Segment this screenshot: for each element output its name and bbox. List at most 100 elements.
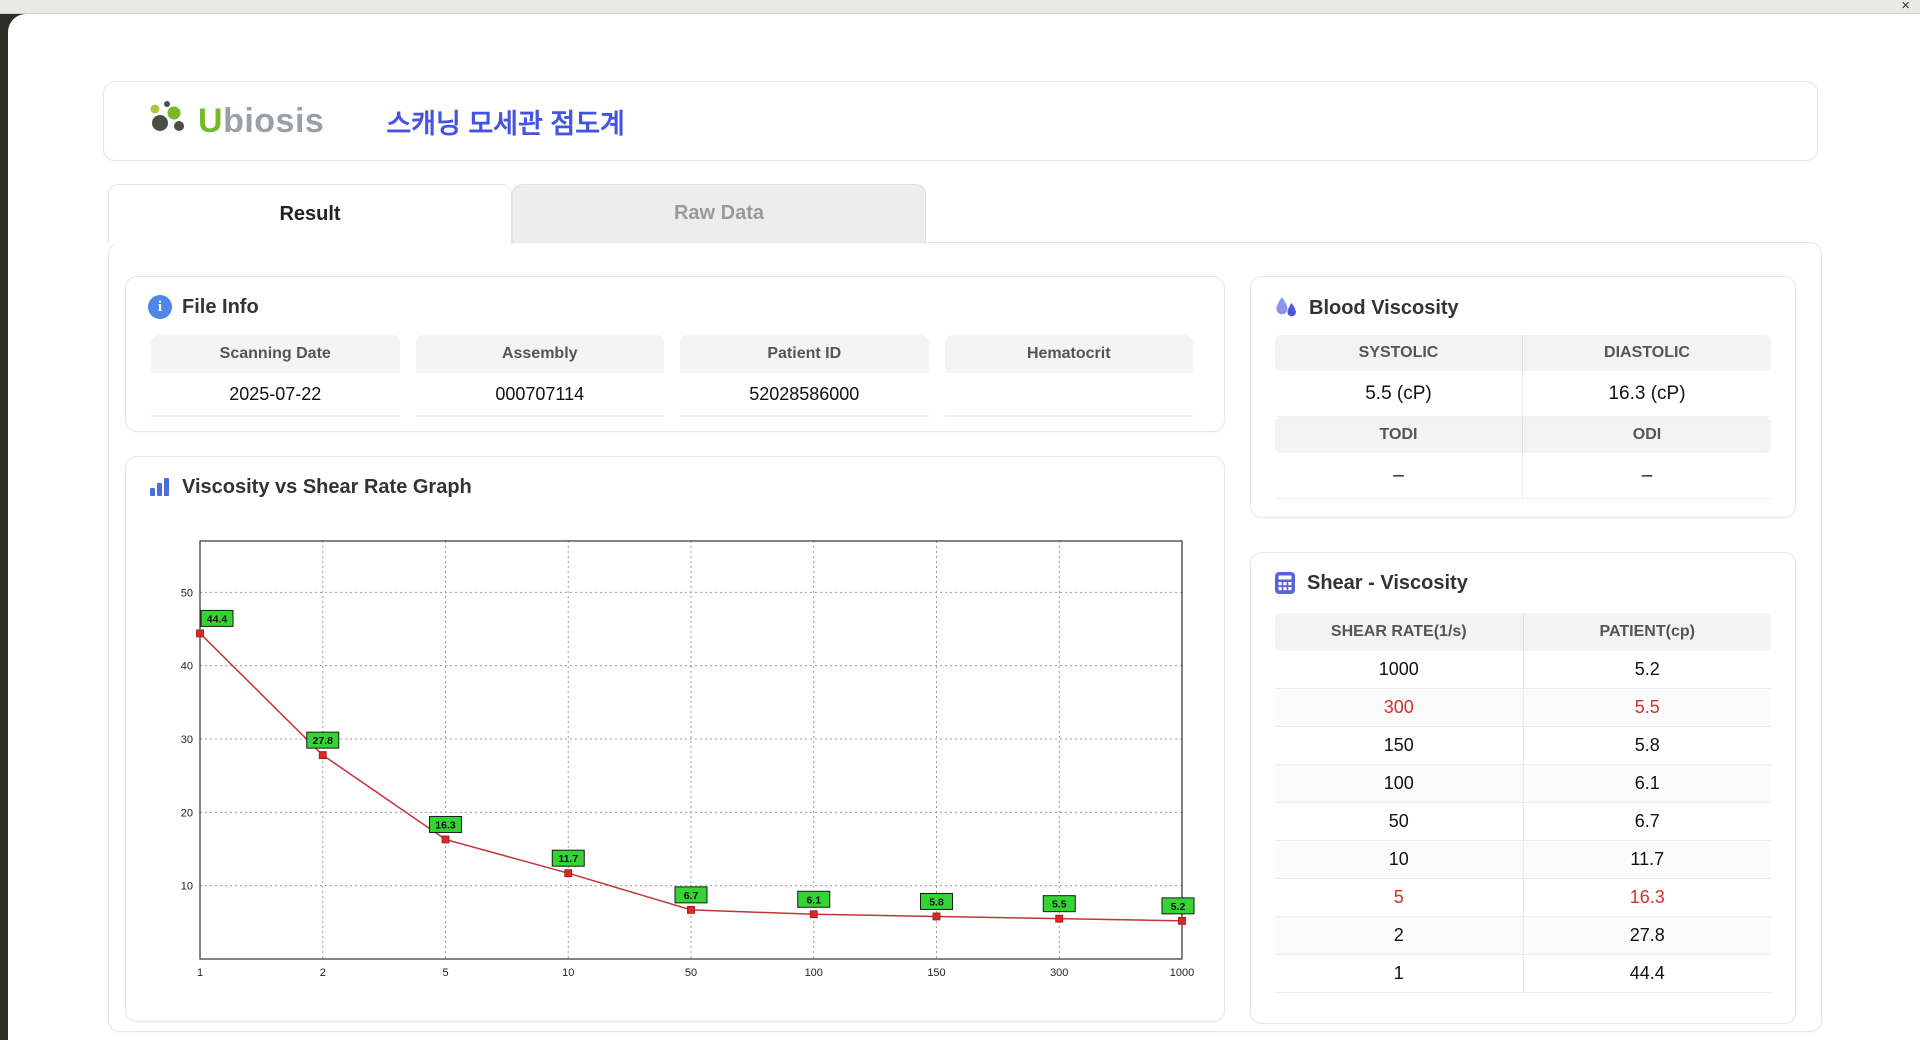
app-window: Ubiosis 스캐닝 모세관 점도계 Result Raw Data i Fi…	[8, 14, 1920, 1040]
svg-text:100: 100	[805, 967, 823, 979]
svg-text:5.2: 5.2	[1171, 901, 1186, 913]
shear-viscosity-table: SHEAR RATE(1/s) PATIENT(cp) 1000 5.2 300…	[1275, 613, 1771, 993]
diastolic-value: 16.3 (cP)	[1523, 371, 1771, 417]
blood-viscosity-grid: SYSTOLIC DIASTOLIC 5.5 (cP) 16.3 (cP) TO…	[1275, 335, 1771, 499]
field-label: Hematocrit	[945, 335, 1194, 373]
svg-text:1000: 1000	[1170, 967, 1194, 979]
logo-text-u: U	[198, 102, 223, 140]
svg-text:27.8: 27.8	[313, 735, 334, 747]
shear-rate-cell: 5	[1275, 879, 1524, 916]
todi-label: TODI	[1275, 417, 1523, 453]
systolic-value: 5.5 (cP)	[1275, 371, 1523, 417]
systolic-label: SYSTOLIC	[1275, 335, 1523, 371]
graph-title: Viscosity vs Shear Rate Graph	[182, 476, 472, 499]
svg-text:10: 10	[562, 967, 574, 979]
tab-raw-data[interactable]: Raw Data	[512, 184, 926, 242]
table-row: 5 16.3	[1275, 879, 1771, 917]
result-panel: i File Info Scanning Date 2025-07-22 Ass…	[108, 242, 1822, 1032]
shear-rate-cell: 2	[1275, 917, 1524, 954]
patient-cell: 5.8	[1524, 727, 1772, 764]
field-label: Scanning Date	[151, 335, 400, 373]
field-assembly: Assembly 000707114	[416, 335, 665, 417]
svg-text:10: 10	[181, 881, 193, 893]
svg-text:50: 50	[181, 587, 193, 599]
bar-chart-icon	[148, 475, 172, 499]
app-header: Ubiosis 스캐닝 모세관 점도계	[103, 81, 1818, 161]
file-info-title: File Info	[182, 296, 259, 319]
patient-cell: 27.8	[1524, 917, 1772, 954]
svg-text:300: 300	[1050, 967, 1068, 979]
blood-viscosity-section: Blood Viscosity SYSTOLIC DIASTOLIC 5.5 (…	[1250, 276, 1796, 518]
page-title: 스캐닝 모세관 점도계	[386, 102, 625, 141]
svg-text:30: 30	[181, 734, 193, 746]
viscosity-graph-section: Viscosity vs Shear Rate Graph 10 20 30 40 50…	[125, 456, 1225, 1022]
field-label: Patient ID	[680, 335, 929, 373]
svg-text:150: 150	[927, 967, 945, 979]
field-value	[945, 373, 1194, 417]
logo-text: Ubiosis	[198, 102, 324, 141]
table-row: 50 6.7	[1275, 803, 1771, 841]
table-row: 1000 5.2	[1275, 651, 1771, 689]
close-icon[interactable]: ×	[1901, 0, 1910, 14]
field-scanning-date: Scanning Date 2025-07-22	[151, 335, 400, 417]
patient-cell: 5.2	[1524, 651, 1772, 688]
svg-text:11.7: 11.7	[558, 853, 578, 865]
todi-value: –	[1275, 453, 1523, 499]
table-row: 150 5.8	[1275, 727, 1771, 765]
field-label: Assembly	[416, 335, 665, 373]
blood-drop-icon	[1273, 295, 1299, 321]
file-info-section: i File Info Scanning Date 2025-07-22 Ass…	[125, 276, 1225, 432]
ubiosis-logo: Ubiosis	[146, 99, 324, 143]
svg-text:20: 20	[181, 807, 193, 819]
svg-text:6.1: 6.1	[806, 894, 821, 906]
patient-cell: 16.3	[1524, 879, 1772, 916]
shear-rate-cell: 10	[1275, 841, 1524, 878]
shear-rate-cell: 150	[1275, 727, 1524, 764]
patient-cell: 44.4	[1524, 955, 1772, 992]
calculator-icon	[1273, 571, 1297, 595]
shear-rate-cell: 50	[1275, 803, 1524, 840]
file-info-fields: Scanning Date 2025-07-22 Assembly 000707…	[151, 335, 1193, 417]
svg-text:2: 2	[320, 967, 326, 979]
field-patient-id: Patient ID 52028586000	[680, 335, 929, 417]
shear-rate-cell: 100	[1275, 765, 1524, 802]
shear-rate-cell: 1	[1275, 955, 1524, 992]
column-header-patient: PATIENT(cp)	[1524, 613, 1772, 651]
patient-cell: 11.7	[1524, 841, 1772, 878]
svg-text:6.7: 6.7	[684, 890, 699, 902]
svg-text:5.8: 5.8	[929, 896, 944, 908]
svg-text:16.3: 16.3	[435, 819, 456, 831]
table-row: 1 44.4	[1275, 955, 1771, 993]
table-row: 300 5.5	[1275, 689, 1771, 727]
table-row: 2 27.8	[1275, 917, 1771, 955]
field-value: 000707114	[416, 373, 665, 417]
shear-rate-cell: 300	[1275, 689, 1524, 726]
info-icon: i	[148, 295, 172, 319]
table-row: 10 11.7	[1275, 841, 1771, 879]
field-value: 52028586000	[680, 373, 929, 417]
blood-viscosity-title: Blood Viscosity	[1309, 297, 1459, 320]
svg-text:40: 40	[181, 661, 193, 673]
odi-label: ODI	[1523, 417, 1771, 453]
patient-cell: 6.7	[1524, 803, 1772, 840]
svg-text:5: 5	[442, 967, 448, 979]
system-titlebar: ×	[0, 0, 1920, 14]
field-hematocrit: Hematocrit	[945, 335, 1194, 417]
field-value: 2025-07-22	[151, 373, 400, 417]
shear-viscosity-section: Shear - Viscosity SHEAR RATE(1/s) PATIEN…	[1250, 552, 1796, 1024]
tab-result[interactable]: Result	[108, 184, 512, 244]
patient-cell: 5.5	[1524, 689, 1772, 726]
viscosity-shear-chart: 10 20 30 40 50 1 2 5 10 50 100 150 300 1000 44.4 27.8 16…	[154, 529, 1198, 989]
svg-text:44.4: 44.4	[207, 613, 228, 625]
svg-text:1: 1	[197, 967, 203, 979]
patient-cell: 6.1	[1524, 765, 1772, 802]
table-header-row: SHEAR RATE(1/s) PATIENT(cp)	[1275, 613, 1771, 651]
column-header-shear-rate: SHEAR RATE(1/s)	[1275, 613, 1524, 651]
svg-text:50: 50	[685, 967, 697, 979]
logo-text-rest: biosis	[223, 102, 324, 140]
logo-dots-icon	[146, 99, 192, 143]
diastolic-label: DIASTOLIC	[1523, 335, 1771, 371]
odi-value: –	[1523, 453, 1771, 499]
shear-viscosity-title: Shear - Viscosity	[1307, 572, 1468, 595]
svg-text:5.5: 5.5	[1052, 899, 1067, 911]
